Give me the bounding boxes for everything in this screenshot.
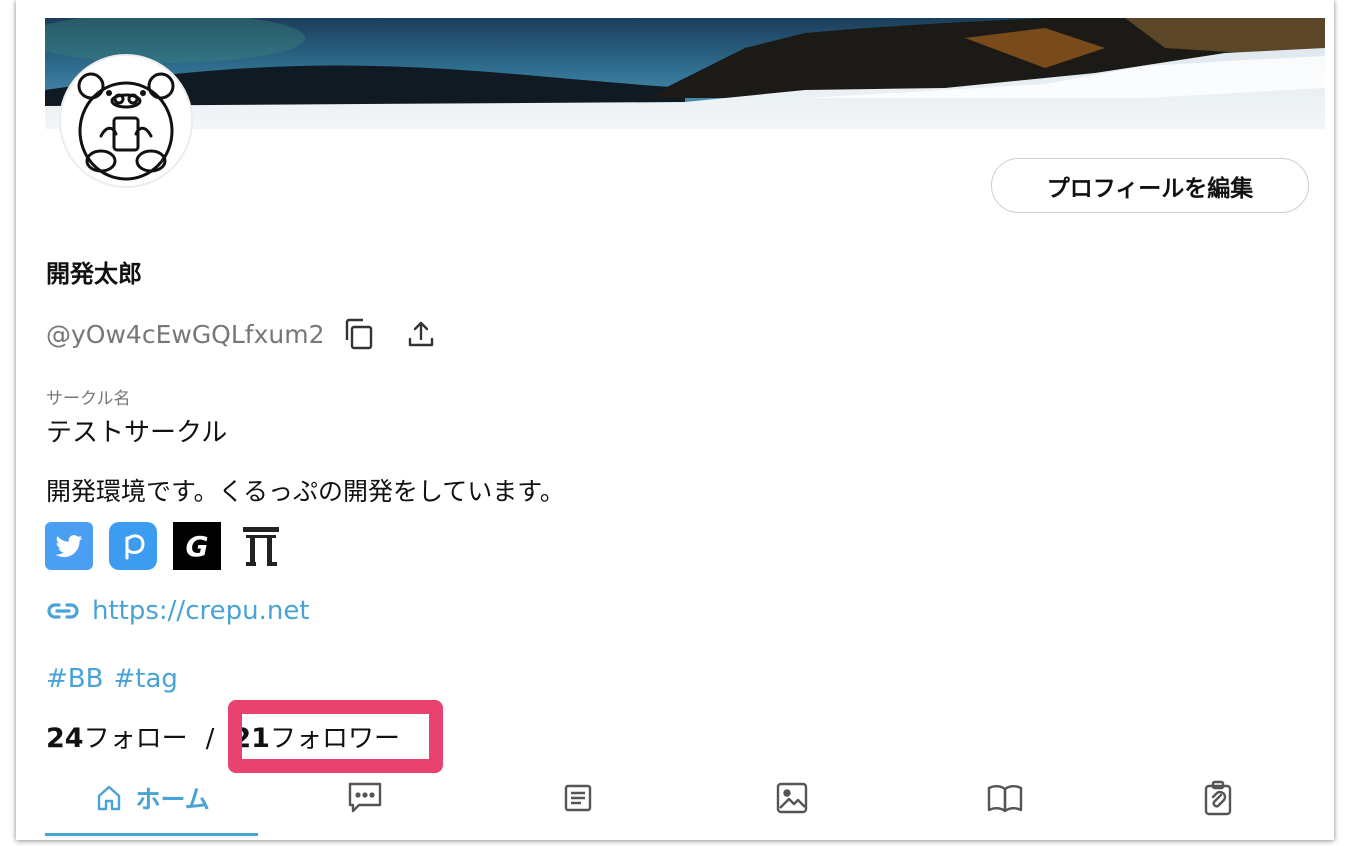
twitter-icon[interactable] [45, 522, 93, 570]
image-icon [775, 781, 809, 815]
followers-label: フォロワー [269, 724, 400, 754]
following-link[interactable]: 24フォロー [46, 718, 188, 755]
pixiv-icon[interactable] [109, 522, 157, 570]
profile-bio: 開発環境です。くるっぷの開発をしています。 [46, 477, 565, 506]
copy-icon[interactable] [339, 314, 379, 354]
social-links: G [45, 522, 285, 570]
profile-tags: #BB #tag [46, 664, 178, 694]
website-row: https://crepu.net [46, 596, 310, 626]
tab-home[interactable]: ホーム [45, 768, 259, 836]
followers-link[interactable]: 21フォロワー [232, 718, 400, 755]
tag-link[interactable]: #tag [113, 664, 177, 694]
tab-documents[interactable] [472, 768, 685, 828]
circle-name: テストサークル [46, 418, 228, 448]
tab-home-label: ホーム [135, 785, 210, 814]
handle-row: @yOw4cEwGQLfxum2 [46, 314, 441, 354]
g-icon[interactable]: G [173, 522, 221, 570]
profile-tabs: ホーム [45, 768, 1325, 838]
edit-profile-button[interactable]: プロフィールを編集 [991, 158, 1309, 213]
tag-link[interactable]: #BB [46, 664, 103, 694]
profile-card: プロフィールを編集 開発太郎 @yOw4cEwGQLfxum2 サークル名 テス… [16, 0, 1334, 840]
profile-banner [45, 18, 1325, 129]
tab-books[interactable] [898, 768, 1111, 828]
tab-clipboard[interactable] [1112, 768, 1325, 828]
chat-icon [347, 781, 383, 815]
following-count: 24 [46, 723, 84, 754]
follow-stats: 24フォロー / 21フォロワー [46, 718, 400, 755]
following-label: フォロー [83, 724, 188, 754]
clipboard-icon [1202, 780, 1234, 816]
tab-images[interactable] [685, 768, 898, 828]
link-icon [46, 601, 80, 621]
user-handle: @yOw4cEwGQLfxum2 [46, 319, 325, 349]
document-icon [562, 782, 594, 814]
circle-label: サークル名 [46, 389, 131, 409]
avatar[interactable] [59, 54, 193, 188]
book-icon [986, 782, 1024, 814]
svg-text:G: G [186, 530, 209, 563]
torii-icon[interactable] [237, 522, 285, 570]
tab-chat[interactable] [258, 768, 471, 828]
followers-count: 21 [232, 723, 270, 754]
share-icon[interactable] [401, 314, 441, 354]
home-icon [94, 783, 124, 813]
website-link[interactable]: https://crepu.net [92, 596, 310, 626]
display-name: 開発太郎 [46, 260, 142, 288]
follow-separator: / [205, 724, 215, 754]
